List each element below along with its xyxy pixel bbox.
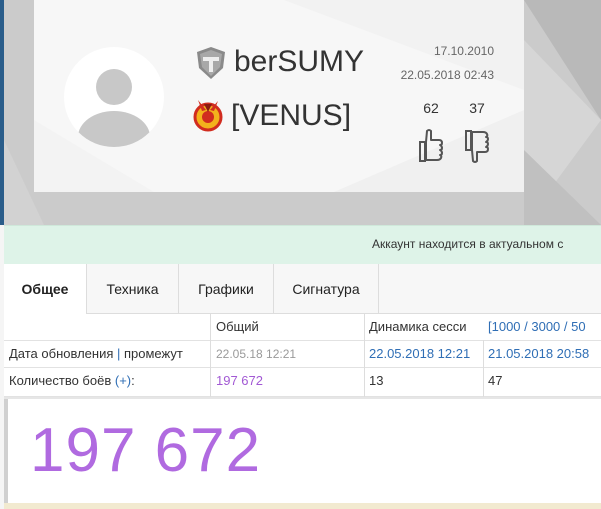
player-nickname: berSUMY bbox=[234, 45, 365, 78]
dislikes-count: 37 bbox=[469, 100, 485, 116]
column-divider bbox=[210, 314, 211, 397]
row-battles-extra: 47 bbox=[488, 373, 503, 388]
row-battles-label-main: Количество боёв bbox=[9, 373, 115, 388]
row-update-label-separator: | bbox=[113, 346, 124, 361]
zoomed-battle-count: 197 672 bbox=[4, 397, 601, 509]
tab-charts[interactable]: Графики bbox=[179, 264, 274, 314]
world-of-tanks-icon bbox=[196, 46, 226, 80]
row-update-label: Дата обновления | промежут bbox=[9, 341, 210, 367]
zoom-bottom-strip bbox=[4, 503, 601, 509]
likes-count: 62 bbox=[423, 100, 439, 116]
column-divider bbox=[483, 340, 484, 397]
tab-vehicles[interactable]: Техника bbox=[87, 264, 179, 314]
battles-expand-link[interactable]: (+) bbox=[115, 373, 131, 388]
zoomed-battle-count-value: 197 672 bbox=[30, 416, 262, 485]
user-silhouette-icon bbox=[78, 69, 150, 147]
row-battles-label: Количество боёв (+): bbox=[9, 368, 210, 394]
registration-date: 17.10.2010 bbox=[433, 44, 494, 58]
row-update-total: 22.05.18 12:21 bbox=[216, 347, 297, 361]
stats-table: Общий Динамика сесси [1000 / 3000 / 50 Д… bbox=[4, 314, 601, 397]
tab-signature[interactable]: Сигнатура bbox=[274, 264, 379, 314]
column-divider bbox=[364, 314, 365, 397]
row-battles-label-colon: : bbox=[131, 373, 135, 388]
row-update-label-main: Дата обновления bbox=[9, 346, 114, 361]
thumbs-up-icon[interactable] bbox=[418, 128, 444, 164]
header-session: Динамика сесси bbox=[369, 319, 467, 334]
zoom-edge bbox=[4, 399, 8, 509]
row-battles-total: 197 672 bbox=[216, 373, 263, 388]
avatar[interactable] bbox=[64, 47, 164, 147]
account-status-banner: Аккаунт находится в актуальном с bbox=[4, 225, 601, 264]
page: berSUMY [VENUS] 17.10.2010 22.05.2018 02… bbox=[0, 0, 601, 509]
tab-general[interactable]: Общее bbox=[4, 264, 87, 315]
thumbs-down-icon[interactable] bbox=[464, 128, 490, 164]
profile-card: berSUMY [VENUS] 17.10.2010 22.05.2018 02… bbox=[34, 0, 524, 192]
header-session-ranges[interactable]: [1000 / 3000 / 50 bbox=[488, 314, 601, 340]
row-update-label-extra: промежут bbox=[124, 346, 183, 361]
last-battle-date: 22.05.2018 02:43 bbox=[400, 68, 494, 82]
row-update-session[interactable]: 22.05.2018 12:21 bbox=[369, 341, 481, 367]
header-total: Общий bbox=[216, 319, 259, 334]
row-battles-session: 13 bbox=[369, 373, 384, 388]
clan-tag[interactable]: [VENUS] bbox=[231, 98, 351, 134]
stats-tabs: Общее Техника Графики Сигнатура bbox=[4, 264, 601, 315]
clan-emblem-icon[interactable] bbox=[192, 98, 224, 132]
account-status-text: Аккаунт находится в актуальном с bbox=[372, 237, 564, 251]
row-update-extra[interactable]: 21.05.2018 20:58 bbox=[488, 341, 601, 367]
